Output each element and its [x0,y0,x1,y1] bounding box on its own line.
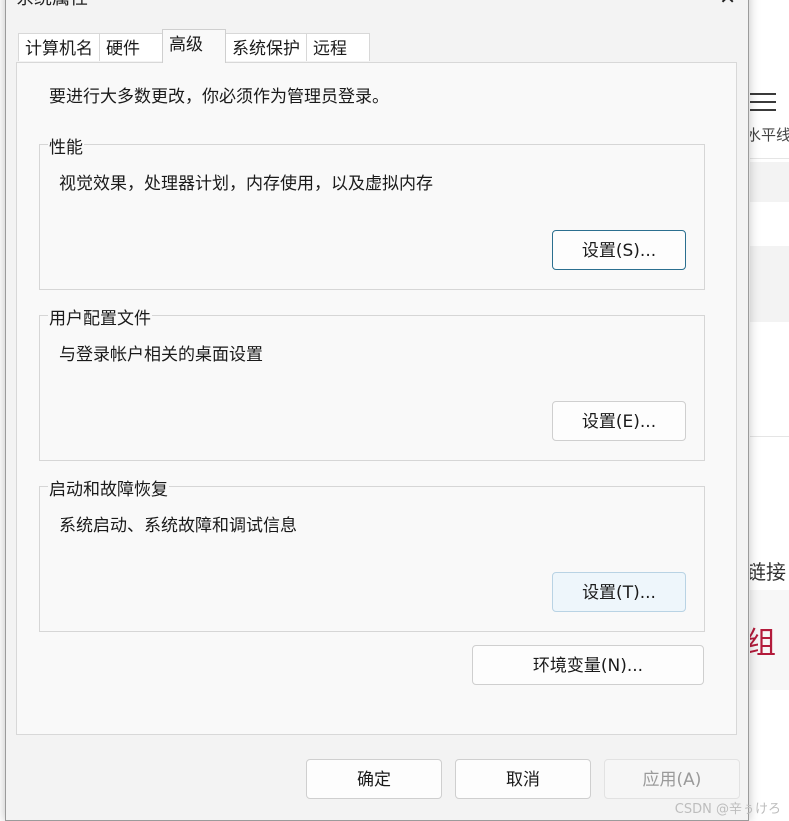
startup-recovery-group: 启动和故障恢复 系统启动、系统故障和调试信息 设置(T)... [39,475,705,632]
performance-group-title: 性能 [48,133,84,158]
group-label: 组 [750,626,776,661]
horizontal-line-label: 水平线 [750,126,789,144]
environment-variables-button[interactable]: 环境变量(N)... [472,645,704,685]
background-strip [750,162,789,202]
tab-system-protection[interactable]: 系统保护 [225,33,307,61]
system-properties-dialog: 系统属性 ✕ 计算机名 硬件 高级 系统保护 远程 要进行大多数更改，你必须作为… [5,0,749,821]
tab-hardware[interactable]: 硬件 [99,33,163,61]
user-profiles-description: 与登录帐户相关的桌面设置 [59,345,263,365]
tab-bar: 计算机名 硬件 高级 系统保护 远程 [18,29,370,63]
cancel-button[interactable]: 取消 [455,759,591,799]
ok-button[interactable]: 确定 [306,759,442,799]
admin-notice: 要进行大多数更改，你必须作为管理员登录。 [49,87,389,107]
user-profiles-group-title: 用户配置文件 [48,304,152,329]
startup-recovery-description: 系统启动、系统故障和调试信息 [59,516,297,536]
performance-group: 性能 视觉效果，处理器计划，内存使用，以及虚拟内存 设置(S)... [39,133,705,290]
performance-settings-button[interactable]: 设置(S)... [552,230,686,270]
link-label: 链接 [750,560,786,584]
startup-recovery-group-title: 启动和故障恢复 [48,475,169,500]
advanced-tab-panel: 要进行大多数更改，你必须作为管理员登录。 性能 视觉效果，处理器计划，内存使用，… [16,62,737,735]
performance-description: 视觉效果，处理器计划，内存使用，以及虚拟内存 [59,174,433,194]
tab-remote[interactable]: 远程 [306,33,370,61]
background-app: 水平线 链接 组 [750,0,789,821]
apply-button[interactable]: 应用(A) [604,759,740,799]
watermark: CSDN @辛ぅけろ [674,802,781,817]
background-divider [750,436,789,437]
background-divider [750,158,789,159]
user-profiles-group: 用户配置文件 与登录帐户相关的桌面设置 设置(E)... [39,304,705,461]
user-profiles-settings-button[interactable]: 设置(E)... [552,401,686,441]
tab-advanced[interactable]: 高级 [162,29,226,63]
close-icon[interactable]: ✕ [719,0,736,9]
background-strip [750,246,789,322]
startup-recovery-settings-button[interactable]: 设置(T)... [552,572,686,612]
tab-computer-name[interactable]: 计算机名 [18,33,100,61]
horizontal-line-icon[interactable] [750,93,776,113]
dialog-title: 系统属性 [16,0,88,10]
